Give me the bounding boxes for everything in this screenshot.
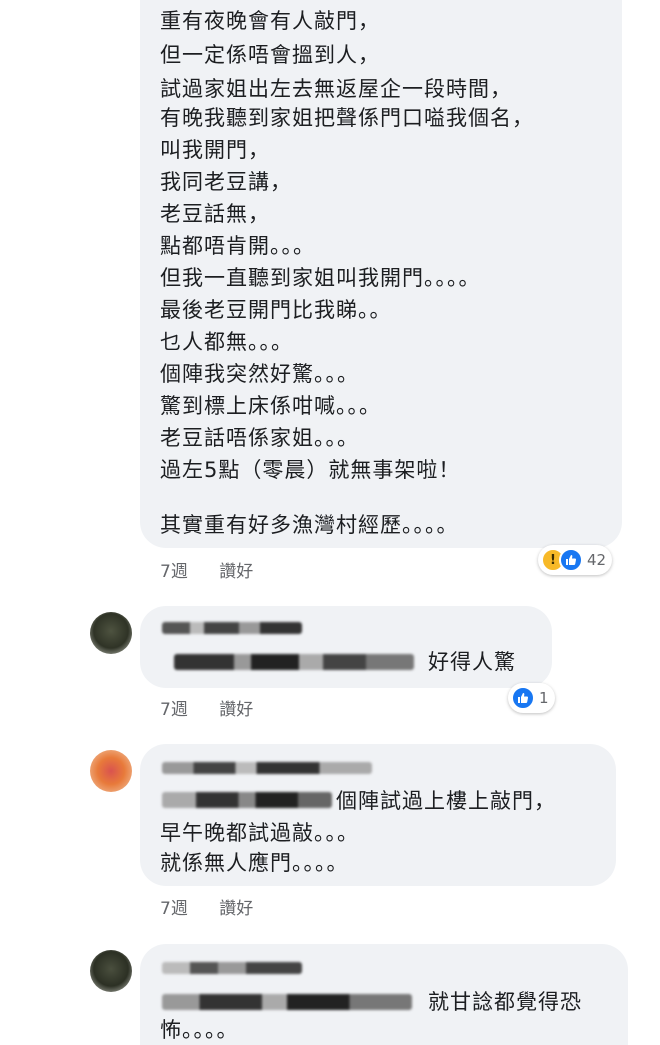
- like-icon: [511, 686, 535, 710]
- comment-line: 有晚我聽到家姐把聲係門口嗌我個名，: [160, 106, 534, 130]
- comment-line: 過左5點（零晨）就無事架啦！: [160, 458, 461, 482]
- comment-line: 就甘諗都覺得恐: [428, 990, 582, 1014]
- comment-time[interactable]: 7週: [160, 894, 188, 919]
- comment-line: 其實重有好多漁灣村經歷。。。。: [160, 513, 459, 537]
- comment-line: 但一定係唔會搵到人，: [160, 43, 380, 67]
- reaction-count: 42: [587, 551, 607, 569]
- avatar[interactable]: [90, 612, 132, 654]
- avatar[interactable]: [90, 950, 132, 992]
- comment-line: 個陣試過上樓上敲門，: [336, 789, 556, 813]
- comment-line: 但我一直聽到家姐叫我開門。。。。: [160, 266, 481, 290]
- comment-line: 就係無人應門。。。。: [160, 851, 349, 875]
- comment-line: 我同老豆講，: [160, 170, 292, 194]
- reaction-count: 1: [539, 689, 549, 707]
- blurred-name: [162, 962, 302, 974]
- comment-time[interactable]: 7週: [160, 557, 188, 582]
- comment-line: 點都唔肯開。。。: [160, 234, 315, 258]
- comment-line: 驚到標上床係咁喊。。。: [160, 394, 381, 418]
- comment-3-meta: 7週 讚好: [160, 894, 253, 919]
- blurred-text: [162, 792, 332, 808]
- comment-line: 最後老豆開門比我睇。。: [160, 298, 392, 322]
- blurred-name: [162, 762, 372, 774]
- comment-1-meta: 7週 讚好: [160, 557, 253, 582]
- blurred-name: [162, 622, 302, 634]
- blurred-text: [162, 994, 412, 1010]
- comment-line: 老豆話唔係家姐。。。: [160, 426, 359, 450]
- comment-2-meta: 7週 讚好: [160, 695, 253, 720]
- like-icon: [559, 548, 583, 572]
- comment-line: 個陣我突然好驚。。。: [160, 362, 359, 386]
- comment-line: 乜人都無。。。: [160, 330, 293, 354]
- like-button[interactable]: 讚好: [219, 557, 253, 582]
- comment-line: 怖。。。。: [160, 1018, 239, 1042]
- comment-line: 重有夜晚會有人敲門，: [160, 9, 380, 33]
- like-button[interactable]: 讚好: [219, 894, 253, 919]
- comment-line: 早午晚都試過敲。。。: [160, 821, 359, 845]
- like-button[interactable]: 讚好: [219, 695, 253, 720]
- reaction-summary[interactable]: ! 42: [538, 545, 613, 575]
- avatar[interactable]: [90, 750, 132, 792]
- reaction-summary[interactable]: 1: [508, 683, 555, 713]
- comment-line: 老豆話無，: [160, 202, 270, 226]
- comment-time[interactable]: 7週: [160, 695, 188, 720]
- comment-2-text: 好得人驚: [428, 650, 516, 674]
- blurred-text: [174, 654, 414, 670]
- comment-line: 叫我開門，: [160, 138, 270, 162]
